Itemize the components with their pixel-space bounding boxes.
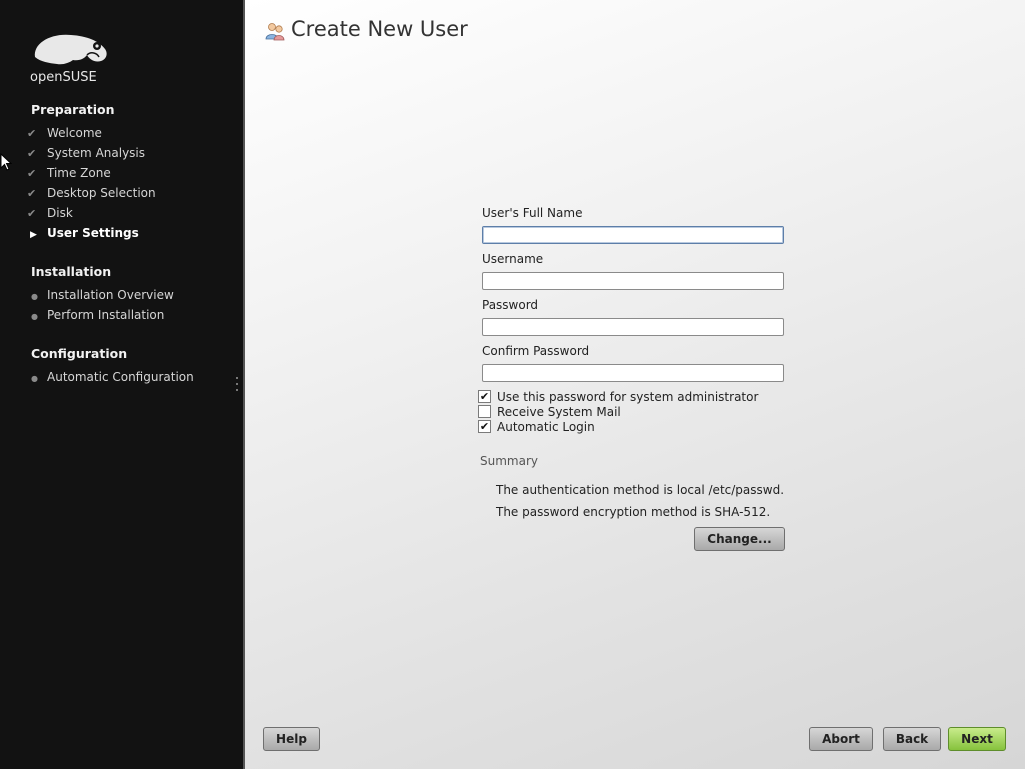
system-mail-checkbox[interactable] bbox=[478, 405, 491, 418]
abort-button[interactable]: Abort bbox=[809, 727, 873, 751]
sidebar-section-preparation: Preparation bbox=[31, 102, 115, 117]
main-panel: Create New User User's Full Name Usernam… bbox=[245, 0, 1025, 769]
sidebar-step-welcome: ✔ Welcome bbox=[27, 123, 102, 143]
password-input[interactable] bbox=[482, 318, 784, 336]
admin-password-checkbox[interactable]: ✔ bbox=[478, 390, 491, 403]
help-button[interactable]: Help bbox=[263, 727, 320, 751]
users-icon bbox=[264, 20, 286, 42]
checkmark-icon: ✔ bbox=[27, 147, 37, 160]
checkmark-icon: ✔ bbox=[27, 207, 37, 220]
system-mail-checkbox-label: Receive System Mail bbox=[497, 405, 621, 419]
sidebar-step-automatic-configuration: ● Automatic Configuration bbox=[27, 367, 194, 387]
page-title: Create New User bbox=[291, 17, 468, 41]
summary-encryption-method: The password encryption method is SHA-51… bbox=[496, 505, 771, 519]
checkmark-icon: ✔ bbox=[27, 167, 37, 180]
sidebar-step-perform-installation: ● Perform Installation bbox=[27, 305, 164, 325]
automatic-login-checkbox[interactable]: ✔ bbox=[478, 420, 491, 433]
sidebar-section-installation: Installation bbox=[31, 264, 112, 279]
confirm-password-label: Confirm Password bbox=[482, 344, 590, 358]
checkmark-icon: ✔ bbox=[27, 127, 37, 140]
full-name-label: User's Full Name bbox=[482, 206, 583, 220]
system-mail-checkbox-row[interactable]: Receive System Mail bbox=[478, 405, 621, 420]
change-button[interactable]: Change... bbox=[694, 527, 785, 551]
next-button[interactable]: Next bbox=[948, 727, 1006, 751]
confirm-password-input[interactable] bbox=[482, 364, 784, 382]
back-button[interactable]: Back bbox=[883, 727, 941, 751]
sidebar: openSUSE Preparation ✔ Welcome ✔ System Anal… bbox=[0, 0, 245, 769]
username-label: Username bbox=[482, 252, 544, 266]
admin-password-checkbox-row[interactable]: ✔ Use this password for system administra… bbox=[478, 390, 758, 405]
automatic-login-checkbox-label: Automatic Login bbox=[497, 420, 595, 434]
sidebar-step-installation-overview: ● Installation Overview bbox=[27, 285, 174, 305]
sidebar-step-label: System Analysis bbox=[47, 146, 146, 160]
sidebar-splitter-handle[interactable] bbox=[236, 377, 239, 395]
password-label: Password bbox=[482, 298, 539, 312]
admin-password-checkbox-label: Use this password for system administrat… bbox=[497, 390, 759, 404]
username-input[interactable] bbox=[482, 272, 784, 290]
sidebar-step-label: Time Zone bbox=[47, 166, 111, 180]
sidebar-step-label: Automatic Configuration bbox=[47, 370, 194, 384]
sidebar-step-user-settings: ▶ User Settings bbox=[27, 223, 139, 243]
summary-auth-method: The authentication method is local /etc/… bbox=[496, 483, 785, 497]
sidebar-step-system-analysis: ✔ System Analysis bbox=[27, 143, 145, 163]
pending-bullet-icon: ● bbox=[31, 374, 38, 383]
checkmark-icon: ✔ bbox=[27, 187, 37, 200]
sidebar-section-configuration: Configuration bbox=[31, 346, 128, 361]
sidebar-step-label: Installation Overview bbox=[47, 288, 174, 302]
sidebar-step-disk: ✔ Disk bbox=[27, 203, 73, 223]
mouse-cursor-icon bbox=[0, 152, 13, 174]
sidebar-step-label: Perform Installation bbox=[47, 308, 165, 322]
full-name-input[interactable] bbox=[482, 226, 784, 244]
automatic-login-checkbox-row[interactable]: ✔ Automatic Login bbox=[478, 420, 595, 435]
sidebar-step-label: Disk bbox=[47, 206, 73, 220]
opensuse-logo: openSUSE bbox=[29, 31, 111, 85]
pending-bullet-icon: ● bbox=[31, 292, 38, 301]
pending-bullet-icon: ● bbox=[31, 312, 38, 321]
sidebar-step-time-zone: ✔ Time Zone bbox=[27, 163, 111, 183]
sidebar-step-label: Desktop Selection bbox=[47, 186, 156, 200]
logo-text: openSUSE bbox=[30, 70, 97, 85]
sidebar-step-label: Welcome bbox=[47, 126, 102, 140]
sidebar-step-desktop-selection: ✔ Desktop Selection bbox=[27, 183, 156, 203]
summary-title: Summary bbox=[480, 454, 538, 468]
current-step-arrow-icon: ▶ bbox=[30, 230, 37, 240]
sidebar-step-label: User Settings bbox=[47, 226, 139, 240]
